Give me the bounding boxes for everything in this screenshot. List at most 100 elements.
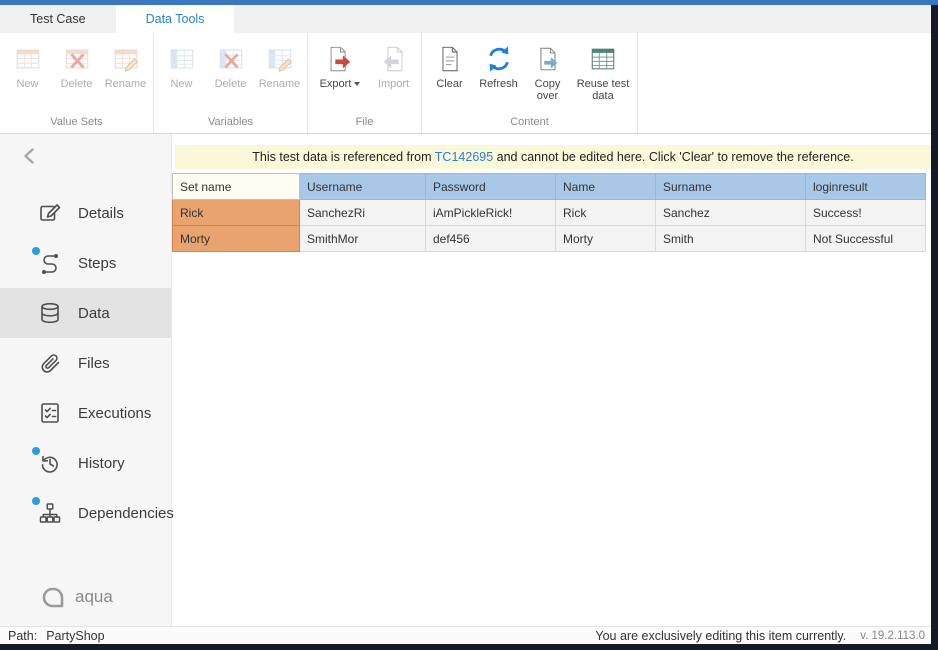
value-sets-rename-button: Rename	[102, 41, 149, 90]
button-label: New	[16, 78, 38, 90]
export-icon	[324, 43, 356, 75]
sidebar-item-label: Files	[78, 355, 110, 372]
cell-set-name[interactable]: Rick	[173, 200, 300, 226]
column-header-name: Name	[556, 174, 656, 200]
table-delete-icon	[61, 43, 93, 75]
editing-status-message: You are exclusively editing this item cu…	[595, 629, 846, 643]
column-new-icon	[166, 43, 198, 75]
cell-loginresult[interactable]: Not Successful	[806, 226, 926, 252]
cell-loginresult[interactable]: Success!	[806, 200, 926, 226]
path-label: Path:	[8, 629, 37, 643]
cell-name[interactable]: Rick	[556, 200, 656, 226]
ribbon-group-variables: New Delete	[154, 33, 308, 133]
cell-surname[interactable]: Smith	[656, 226, 806, 252]
sidebar-item-label: Data	[78, 305, 110, 322]
copy-over-icon	[532, 43, 564, 75]
dropdown-caret-icon	[354, 82, 360, 86]
notification-text-before: This test data is referenced from	[252, 150, 435, 164]
cell-name[interactable]: Morty	[556, 226, 656, 252]
table-rename-icon	[110, 43, 142, 75]
button-label: New	[170, 78, 192, 90]
table-row: Rick SanchezRi iAmPickleRick! Rick Sanch…	[173, 200, 926, 226]
sidebar-item-dependencies[interactable]: Dependencies	[0, 488, 171, 538]
cell-surname[interactable]: Sanchez	[656, 200, 806, 226]
sidebar-item-files[interactable]: Files	[0, 338, 171, 388]
tab-data-tools[interactable]: Data Tools	[116, 5, 235, 33]
variables-rename-button: Rename	[256, 41, 303, 90]
group-label-variables: Variables	[154, 114, 307, 133]
reference-notification-bar: This test data is referenced from TC1426…	[175, 145, 931, 169]
hierarchy-icon	[38, 501, 62, 525]
button-label: Reuse test data	[573, 78, 633, 102]
button-label: Export	[320, 78, 361, 90]
sidebar-item-label: Details	[78, 205, 124, 222]
sidebar-item-label: History	[78, 455, 125, 472]
export-button[interactable]: Export	[312, 41, 368, 90]
app-window: Test Case Data Tools New	[0, 5, 931, 644]
notification-badge	[32, 447, 40, 455]
tab-test-case[interactable]: Test Case	[0, 5, 116, 33]
chevron-left-icon	[20, 146, 40, 166]
test-case-link[interactable]: TC142695	[435, 150, 493, 164]
sidebar-item-executions[interactable]: Executions	[0, 388, 171, 438]
ribbon-group-value-sets: New Delete	[0, 33, 154, 133]
pencil-icon	[38, 201, 62, 225]
column-delete-icon	[215, 43, 247, 75]
value-sets-new-button: New	[4, 41, 51, 90]
main-panel: This test data is referenced from TC1426…	[172, 134, 931, 626]
group-label-file: File	[308, 114, 421, 133]
button-label: Refresh	[479, 78, 518, 90]
sidebar-item-label: Executions	[78, 405, 151, 422]
variables-new-button: New	[158, 41, 205, 90]
sidebar-item-details[interactable]: Details	[0, 188, 171, 238]
column-rename-icon	[264, 43, 296, 75]
button-label: Delete	[215, 78, 247, 90]
table-new-icon	[12, 43, 44, 75]
steps-icon	[38, 251, 62, 275]
button-label: Clear	[436, 78, 462, 90]
refresh-button[interactable]: Refresh	[475, 41, 522, 90]
test-data-table: Set name Username Password Name Surname …	[172, 173, 926, 252]
value-sets-delete-button: Delete	[53, 41, 100, 90]
cell-username[interactable]: SmithMor	[300, 226, 426, 252]
history-icon	[38, 451, 62, 475]
cell-password[interactable]: def456	[426, 226, 556, 252]
ribbon-tabbar: Test Case Data Tools	[0, 5, 931, 33]
copy-over-button[interactable]: Copy over	[524, 41, 571, 102]
cell-set-name[interactable]: Morty	[173, 226, 300, 252]
clear-button[interactable]: Clear	[426, 41, 473, 90]
button-label: Rename	[259, 78, 301, 90]
variables-delete-button: Delete	[207, 41, 254, 90]
column-header-surname: Surname	[656, 174, 806, 200]
import-icon	[378, 43, 410, 75]
cell-password[interactable]: iAmPickleRick!	[426, 200, 556, 226]
sidebar: Details Steps	[0, 134, 172, 626]
window-bottom-edge	[0, 644, 938, 650]
sidebar-nav: Details Steps	[0, 188, 171, 538]
reuse-test-data-button[interactable]: Reuse test data	[573, 41, 633, 102]
collapse-sidebar-button[interactable]	[0, 134, 171, 178]
ribbon-group-content: Clear Refresh	[422, 33, 638, 133]
clear-document-icon	[434, 43, 466, 75]
path-value: PartyShop	[46, 629, 104, 643]
column-header-username: Username	[300, 174, 426, 200]
paperclip-icon	[38, 351, 62, 375]
checklist-icon	[38, 401, 62, 425]
data-grid-icon	[587, 43, 619, 75]
table-row: Morty SmithMor def456 Morty Smith Not Su…	[173, 226, 926, 252]
window-right-edge	[931, 5, 938, 644]
sidebar-item-history[interactable]: History	[0, 438, 171, 488]
aqua-logo: aqua	[40, 584, 113, 610]
sidebar-item-steps[interactable]: Steps	[0, 238, 171, 288]
group-label-value-sets: Value Sets	[0, 114, 153, 133]
column-header-password: Password	[426, 174, 556, 200]
table-header-row: Set name Username Password Name Surname …	[173, 174, 926, 200]
column-header-set-name: Set name	[173, 174, 300, 200]
ribbon: New Delete	[0, 33, 931, 134]
database-icon	[38, 301, 62, 325]
aqua-logo-text: aqua	[75, 587, 113, 607]
cell-username[interactable]: SanchezRi	[300, 200, 426, 226]
sidebar-item-data[interactable]: Data	[0, 288, 171, 338]
sidebar-item-label: Steps	[78, 255, 116, 272]
button-label: Rename	[105, 78, 147, 90]
